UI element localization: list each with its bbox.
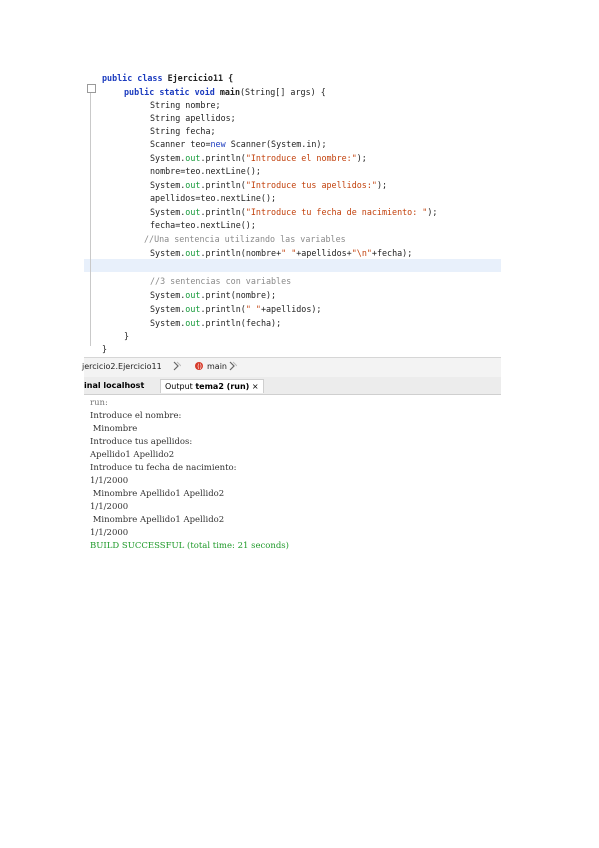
build-status: BUILD SUCCESSFUL (total time: 21 seconds…: [90, 541, 289, 551]
code-line: String nombre;: [150, 100, 221, 110]
fold-guide: [90, 84, 91, 346]
closing-brace: }: [124, 331, 130, 341]
class-declaration: public class Ejercicio11 {: [102, 73, 234, 83]
code-line: nombre=teo.nextLine();: [150, 166, 261, 176]
code-comment: //Una sentencia utilizando las variables: [144, 234, 346, 244]
console-line: 1/1/2000: [90, 476, 129, 486]
ide-screenshot: public class Ejercicio11 { public static…: [82, 64, 501, 551]
output-console[interactable]: run: Introduce el nombre: Minombre Introdu…: [84, 395, 501, 551]
svg-text:(): (): [197, 364, 202, 371]
code-line: System.out.println(fecha);: [150, 318, 282, 328]
breadcrumb: jercicio2.Ejercicio11 () main: [82, 357, 501, 378]
code-editor[interactable]: public class Ejercicio11 { public static…: [84, 64, 501, 356]
code-line: System.out.println("Introduce tu fecha d…: [150, 207, 438, 217]
method-icon: (): [194, 361, 204, 371]
console-line: Minombre: [90, 424, 138, 434]
tab-terminal[interactable]: inal localhost: [80, 379, 148, 392]
code-line: System.out.println("Introduce tus apelli…: [150, 180, 388, 190]
chevron-right-icon: [228, 360, 237, 372]
console-line: Apellido1 Apellido2: [90, 450, 175, 460]
code-line: String apellidos;: [150, 113, 236, 123]
breadcrumb-class[interactable]: jercicio2.Ejercicio11: [82, 362, 162, 371]
current-line-highlight: [84, 259, 501, 272]
close-icon[interactable]: ×: [252, 382, 259, 391]
code-line: System.out.print(nombre);: [150, 290, 277, 300]
console-line: Minombre Apellido1 Apellido2: [90, 489, 225, 499]
code-line: System.out.println(nombre+" "+apellidos+…: [150, 248, 413, 258]
main-declaration: public static void main(String[] args) {: [124, 87, 326, 97]
output-label: Output: [165, 382, 193, 391]
console-line: Introduce tu fecha de nacimiento:: [90, 463, 237, 473]
fold-toggle-icon[interactable]: [87, 84, 96, 93]
code-line: Scanner teo=new Scanner(System.in);: [150, 139, 327, 149]
code-line: System.out.println("Introduce el nombre:…: [150, 153, 367, 163]
code-line: System.out.println(" "+apellidos);: [150, 304, 322, 314]
console-line: run:: [90, 398, 108, 408]
chevron-right-icon: [172, 360, 181, 372]
code-line: apellidos=teo.nextLine();: [150, 193, 277, 203]
console-line: Introduce tus apellidos:: [90, 437, 193, 447]
console-line: 1/1/2000: [90, 528, 129, 538]
tab-output[interactable]: Output tema2 (run) ×: [160, 379, 264, 393]
console-line: 1/1/2000: [90, 502, 129, 512]
breadcrumb-method[interactable]: main: [207, 362, 227, 371]
output-tab-bar: inal localhost Output tema2 (run) ×: [84, 377, 501, 395]
console-line: Introduce el nombre:: [90, 411, 182, 421]
output-name: tema2 (run): [195, 382, 250, 391]
closing-brace: }: [102, 344, 108, 354]
console-line: Minombre Apellido1 Apellido2: [90, 515, 225, 525]
code-comment: //3 sentencias con variables: [150, 276, 292, 286]
code-line: String fecha;: [150, 126, 216, 136]
code-line: fecha=teo.nextLine();: [150, 220, 256, 230]
